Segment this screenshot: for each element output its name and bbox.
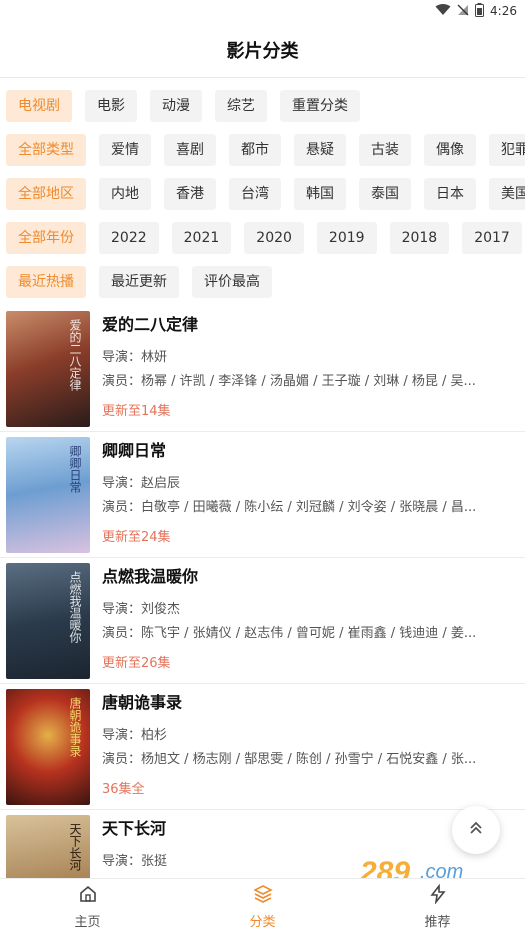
filter-row-type: 电视剧 电影 动漫 综艺 重置分类 bbox=[6, 84, 525, 128]
item-title: 点燃我温暖你 bbox=[102, 567, 199, 586]
chip-genre[interactable]: 喜剧 bbox=[164, 134, 216, 166]
layers-icon bbox=[252, 884, 273, 908]
filter-panel: 电视剧 电影 动漫 综艺 重置分类 全部类型 爱情 喜剧 都市 悬疑 古装 偶像… bbox=[6, 84, 525, 304]
status-time: 4:26 bbox=[490, 4, 517, 18]
chip-region[interactable]: 香港 bbox=[164, 178, 216, 210]
chip-genre[interactable]: 古装 bbox=[359, 134, 411, 166]
chip-year[interactable]: 2022 bbox=[99, 222, 159, 254]
poster-image: 唐朝诡事录 bbox=[6, 689, 90, 805]
item-director: 导演：林妍 bbox=[102, 350, 168, 365]
tab-home-label: 主页 bbox=[74, 915, 101, 930]
tab-category-label: 分类 bbox=[249, 915, 276, 930]
page-header: 影片分类 bbox=[0, 22, 525, 78]
item-cast: 演员：陈飞宇 / 张婧仪 / 赵志伟 / 曾可妮 / 崔雨鑫 / 钱迪迪 / 姜… bbox=[102, 626, 477, 641]
chip-region[interactable]: 韩国 bbox=[294, 178, 346, 210]
poster-title: 天下长河 bbox=[68, 823, 82, 871]
list-item[interactable]: 爱的二八定律 爱的二八定律 导演：林妍 演员：杨幂 / 许凯 / 李泽锋 / 汤… bbox=[0, 306, 525, 432]
filter-row-region: 全部地区 内地 香港 台湾 韩国 泰国 日本 美国 bbox=[6, 172, 525, 216]
chip-year[interactable]: 2021 bbox=[171, 222, 232, 254]
chip-year[interactable]: 2018 bbox=[389, 222, 450, 254]
filter-row-year: 全部年份 2022 2021 2020 2019 2018 2017 bbox=[6, 216, 525, 260]
poster-title: 卿卿日常 bbox=[68, 445, 82, 493]
poster-title: 爱的二八定律 bbox=[68, 319, 82, 391]
item-info: 点燃我温暖你 导演：刘俊杰 演员：陈飞宇 / 张婧仪 / 赵志伟 / 曾可妮 /… bbox=[102, 558, 525, 683]
poster-image: 卿卿日常 bbox=[6, 437, 90, 553]
chip-sort-rating[interactable]: 评价最高 bbox=[192, 266, 272, 298]
chevron-double-up-icon bbox=[467, 819, 485, 841]
chip-sort-hot[interactable]: 最近热播 bbox=[6, 266, 86, 298]
battery-icon bbox=[475, 2, 485, 20]
chip-genre[interactable]: 偶像 bbox=[424, 134, 476, 166]
chip-year-all[interactable]: 全部年份 bbox=[6, 222, 86, 254]
filter-row-sort: 最近热播 最近更新 评价最高 bbox=[6, 260, 525, 304]
chip-type-movie[interactable]: 电影 bbox=[85, 90, 137, 122]
list-item[interactable]: 点燃我温暖你 点燃我温暖你 导演：刘俊杰 演员：陈飞宇 / 张婧仪 / 赵志伟 … bbox=[0, 558, 525, 684]
list-item[interactable]: 唐朝诡事录 唐朝诡事录 导演：柏杉 演员：杨旭文 / 杨志刚 / 郜思雯 / 陈… bbox=[0, 684, 525, 810]
item-director: 导演：赵启辰 bbox=[102, 476, 181, 491]
chip-type-variety[interactable]: 综艺 bbox=[215, 90, 267, 122]
chip-year[interactable]: 2020 bbox=[244, 222, 304, 254]
tab-category[interactable]: 分类 bbox=[175, 879, 350, 935]
chip-region[interactable]: 美国 bbox=[489, 178, 525, 210]
lightning-icon bbox=[428, 883, 448, 908]
item-info: 唐朝诡事录 导演：柏杉 演员：杨旭文 / 杨志刚 / 郜思雯 / 陈创 / 孙雪… bbox=[102, 684, 525, 809]
item-status: 更新至14集 bbox=[102, 404, 171, 419]
item-director: 导演：刘俊杰 bbox=[102, 602, 181, 617]
chip-genre-all[interactable]: 全部类型 bbox=[6, 134, 86, 166]
poster-title: 点燃我温暖你 bbox=[68, 571, 82, 643]
item-info: 卿卿日常 导演：赵启辰 演员：白敬亭 / 田曦薇 / 陈小纭 / 刘冠麟 / 刘… bbox=[102, 432, 525, 557]
scroll-to-top-button[interactable] bbox=[452, 806, 500, 854]
status-bar: 4:26 bbox=[0, 0, 525, 22]
bottom-tab-bar: 主页 分类 推荐 bbox=[0, 878, 525, 935]
item-cast: 演员：杨幂 / 许凯 / 李泽锋 / 汤晶媚 / 王子璇 / 刘琳 / 杨昆 /… bbox=[102, 374, 476, 389]
item-cast: 演员：白敬亭 / 田曦薇 / 陈小纭 / 刘冠麟 / 刘令姿 / 张晓晨 / 昌… bbox=[102, 500, 477, 515]
chip-sort-latest[interactable]: 最近更新 bbox=[99, 266, 179, 298]
list-item[interactable]: 卿卿日常 卿卿日常 导演：赵启辰 演员：白敬亭 / 田曦薇 / 陈小纭 / 刘冠… bbox=[0, 432, 525, 558]
chip-genre[interactable]: 都市 bbox=[229, 134, 281, 166]
chip-genre[interactable]: 犯罪 bbox=[489, 134, 525, 166]
item-status: 更新至24集 bbox=[102, 530, 171, 545]
item-status: 更新至26集 bbox=[102, 656, 171, 671]
tab-recommend[interactable]: 推荐 bbox=[350, 879, 525, 935]
chip-region[interactable]: 台湾 bbox=[229, 178, 281, 210]
video-list: 爱的二八定律 爱的二八定律 导演：林妍 演员：杨幂 / 许凯 / 李泽锋 / 汤… bbox=[0, 306, 525, 878]
reset-filter-button[interactable]: 重置分类 bbox=[280, 90, 360, 122]
poster-title: 唐朝诡事录 bbox=[68, 697, 82, 757]
home-icon bbox=[78, 884, 98, 908]
item-title: 唐朝诡事录 bbox=[102, 693, 183, 712]
chip-type-tv[interactable]: 电视剧 bbox=[6, 90, 72, 122]
item-cast: 演员：杨旭文 / 杨志刚 / 郜思雯 / 陈创 / 孙雪宁 / 石悦安鑫 / 张… bbox=[102, 752, 477, 767]
chip-year[interactable]: 2017 bbox=[462, 222, 522, 254]
item-title: 爱的二八定律 bbox=[102, 315, 199, 334]
chip-region-all[interactable]: 全部地区 bbox=[6, 178, 86, 210]
item-title: 卿卿日常 bbox=[102, 441, 167, 460]
chip-type-anime[interactable]: 动漫 bbox=[150, 90, 202, 122]
wifi-icon bbox=[435, 3, 451, 19]
no-signal-icon bbox=[457, 4, 469, 19]
poster-image: 爱的二八定律 bbox=[6, 311, 90, 427]
chip-region[interactable]: 泰国 bbox=[359, 178, 411, 210]
tab-recommend-label: 推荐 bbox=[424, 915, 451, 930]
chip-genre[interactable]: 悬疑 bbox=[294, 134, 346, 166]
item-info: 爱的二八定律 导演：林妍 演员：杨幂 / 许凯 / 李泽锋 / 汤晶媚 / 王子… bbox=[102, 306, 525, 431]
chip-genre[interactable]: 爱情 bbox=[99, 134, 151, 166]
poster-image: 天下长河 bbox=[6, 815, 90, 878]
tab-home[interactable]: 主页 bbox=[0, 879, 175, 935]
chip-region[interactable]: 内地 bbox=[99, 178, 151, 210]
item-status: 36集全 bbox=[102, 782, 145, 797]
poster-image: 点燃我温暖你 bbox=[6, 563, 90, 679]
page-title: 影片分类 bbox=[226, 40, 299, 62]
chip-region[interactable]: 日本 bbox=[424, 178, 476, 210]
chip-year[interactable]: 2019 bbox=[316, 222, 377, 254]
filter-row-genre: 全部类型 爱情 喜剧 都市 悬疑 古装 偶像 犯罪 bbox=[6, 128, 525, 172]
item-director: 导演：柏杉 bbox=[102, 728, 168, 743]
